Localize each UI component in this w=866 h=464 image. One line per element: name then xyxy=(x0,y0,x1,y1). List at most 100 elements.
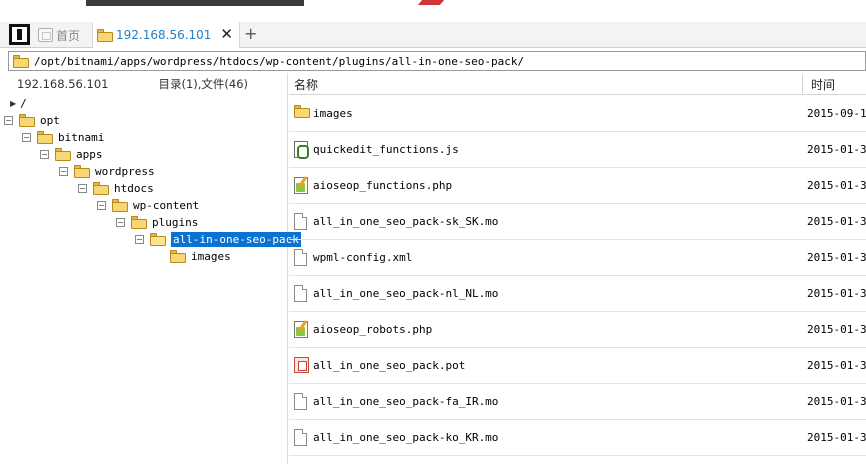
collapse-icon[interactable]: − xyxy=(116,218,125,227)
tree-node-label: / xyxy=(20,97,27,110)
file-icon xyxy=(294,249,307,266)
folder-icon xyxy=(19,114,35,127)
file-row[interactable]: quickedit_functions.js 2015-01-30 xyxy=(289,132,866,168)
file-row[interactable]: all_in_one_seo_pack-sk_SK.mo 2015-01-30 xyxy=(289,204,866,240)
file-row[interactable]: all_in_one_seo_pack-fa_IR.mo 2015-01-30 xyxy=(289,384,866,420)
file-icon xyxy=(294,393,307,410)
folder-icon xyxy=(37,131,53,144)
file-name: aioseop_functions.php xyxy=(313,179,453,192)
file-name: all_in_one_seo_pack-ko_KR.mo xyxy=(313,431,499,444)
file-icon xyxy=(294,213,307,230)
collapse-icon[interactable]: − xyxy=(59,167,68,176)
file-date: 2015-01-30 xyxy=(807,323,866,336)
folder-icon xyxy=(97,28,113,42)
column-header-name[interactable]: 名称 xyxy=(294,76,318,93)
collapse-icon[interactable]: − xyxy=(135,235,144,244)
folder-icon xyxy=(93,182,109,195)
add-tab-button[interactable]: + xyxy=(244,24,257,43)
file-row[interactable]: all_in_one_seo_pack-ko_KR.mo 2015-01-30 xyxy=(289,420,866,456)
js-file-icon xyxy=(294,141,309,159)
collapse-icon[interactable]: − xyxy=(78,184,87,193)
tree-node-htdocs[interactable]: − htdocs xyxy=(78,180,154,197)
tree-node-images[interactable]: images xyxy=(170,248,231,265)
folder-icon xyxy=(55,148,71,161)
tab-home-label: 首页 xyxy=(56,28,81,43)
file-name: all_in_one_seo_pack.pot xyxy=(313,359,466,372)
file-name: aioseop_robots.php xyxy=(313,323,433,336)
folder-icon xyxy=(170,250,186,263)
file-date: 2015-01-30 xyxy=(807,143,866,156)
file-row[interactable]: all_in_one_seo_pack-nl_NL.mo 2015-01-30 xyxy=(289,276,866,312)
tree-node-label: all-in-one-seo-pack xyxy=(171,232,301,247)
tree-node-all-in-one-seo-pack[interactable]: − all-in-one-seo-pack xyxy=(135,231,301,248)
tree-node-label: wordpress xyxy=(95,165,155,178)
folder-icon xyxy=(74,165,90,178)
file-list-pane: 名称 时间 images 2015-09-16 quickedit_functi… xyxy=(289,73,866,464)
file-name: wpml-config.xml xyxy=(313,251,413,264)
tree-node-label: opt xyxy=(40,114,60,127)
background-window-accent xyxy=(417,0,445,5)
file-date: 2015-01-30 xyxy=(807,179,866,192)
column-header-time[interactable]: 时间 xyxy=(811,76,835,93)
tree-node-bitnami[interactable]: − bitnami xyxy=(22,129,104,146)
tree-node-label: apps xyxy=(76,148,103,161)
file-row[interactable]: images 2015-09-16 xyxy=(289,96,866,132)
file-name: all_in_one_seo_pack-nl_NL.mo xyxy=(313,287,499,300)
file-list-header: 名称 时间 xyxy=(289,73,866,95)
php-file-icon xyxy=(294,321,308,338)
tree-node-label: wp-content xyxy=(133,199,200,212)
folder-icon xyxy=(131,216,147,229)
folder-icon xyxy=(13,54,29,68)
close-tab-icon[interactable]: ✕ xyxy=(220,25,233,43)
window-top-strip xyxy=(0,0,866,18)
collapse-icon[interactable]: − xyxy=(40,150,49,159)
collapse-icon[interactable]: − xyxy=(4,116,13,125)
file-name: images xyxy=(313,107,353,120)
tree-node-plugins[interactable]: − plugins xyxy=(116,214,198,231)
file-row[interactable]: aioseop_functions.php 2015-01-30 xyxy=(289,168,866,204)
file-name: quickedit_functions.js xyxy=(313,143,459,156)
tree-node-label: htdocs xyxy=(114,182,154,195)
file-date: 2015-01-30 xyxy=(807,359,866,372)
tab-home[interactable]: 首页 xyxy=(34,22,92,48)
app-logo-icon[interactable] xyxy=(9,24,30,45)
tree-node-apps[interactable]: − apps xyxy=(40,146,103,163)
tree-header: 192.168.56.101 目录(1),文件(46) xyxy=(8,73,287,95)
file-date: 2015-09-16 xyxy=(807,107,866,120)
tree-count-label: 目录(1),文件(46) xyxy=(158,77,249,91)
path-bar[interactable]: /opt/bitnami/apps/wordpress/htdocs/wp-co… xyxy=(8,51,866,71)
file-date: 2015-01-30 xyxy=(807,215,866,228)
file-icon xyxy=(294,429,307,446)
file-row[interactable]: aioseop_robots.php 2015-01-30 xyxy=(289,312,866,348)
caret-right-icon: ▶ xyxy=(10,99,17,108)
tree-node-wordpress[interactable]: − wordpress xyxy=(59,163,155,180)
file-icon xyxy=(294,285,307,302)
collapse-icon[interactable]: − xyxy=(22,133,31,142)
collapse-icon[interactable]: − xyxy=(97,201,106,210)
file-row[interactable]: all_in_one_seo_pack.pot 2015-01-30 xyxy=(289,348,866,384)
tree-node-root[interactable]: ▶ / xyxy=(10,95,27,112)
file-date: 2015-01-30 xyxy=(807,395,866,408)
path-input[interactable]: /opt/bitnami/apps/wordpress/htdocs/wp-co… xyxy=(34,55,524,68)
directory-tree-pane: 192.168.56.101 目录(1),文件(46) ▶ / − opt − … xyxy=(4,73,301,464)
folder-icon xyxy=(294,105,310,118)
tree-host-label: 192.168.56.101 xyxy=(17,77,109,91)
tree-node-label: bitnami xyxy=(58,131,105,144)
folder-icon xyxy=(112,199,128,212)
file-date: 2015-01-30 xyxy=(807,431,866,444)
tab-host[interactable]: 192.168.56.101 ✕ xyxy=(92,22,240,48)
php-file-icon xyxy=(294,177,308,194)
tree-node-opt[interactable]: − opt xyxy=(4,112,60,129)
tree-node-wp-content[interactable]: − wp-content xyxy=(97,197,199,214)
file-date: 2015-01-30 xyxy=(807,251,866,264)
file-name: all_in_one_seo_pack-fa_IR.mo xyxy=(313,395,499,408)
background-window-edge xyxy=(86,0,304,6)
column-divider[interactable] xyxy=(802,75,803,93)
pot-file-icon xyxy=(294,357,309,373)
tree-node-label: plugins xyxy=(152,216,199,229)
file-row[interactable]: wpml-config.xml 2015-01-30 xyxy=(289,240,866,276)
tab-host-label: 192.168.56.101 xyxy=(116,28,212,42)
tab-bar: 首页 192.168.56.101 ✕ + xyxy=(0,22,866,48)
file-name: all_in_one_seo_pack-sk_SK.mo xyxy=(313,215,499,228)
home-icon xyxy=(38,28,53,42)
